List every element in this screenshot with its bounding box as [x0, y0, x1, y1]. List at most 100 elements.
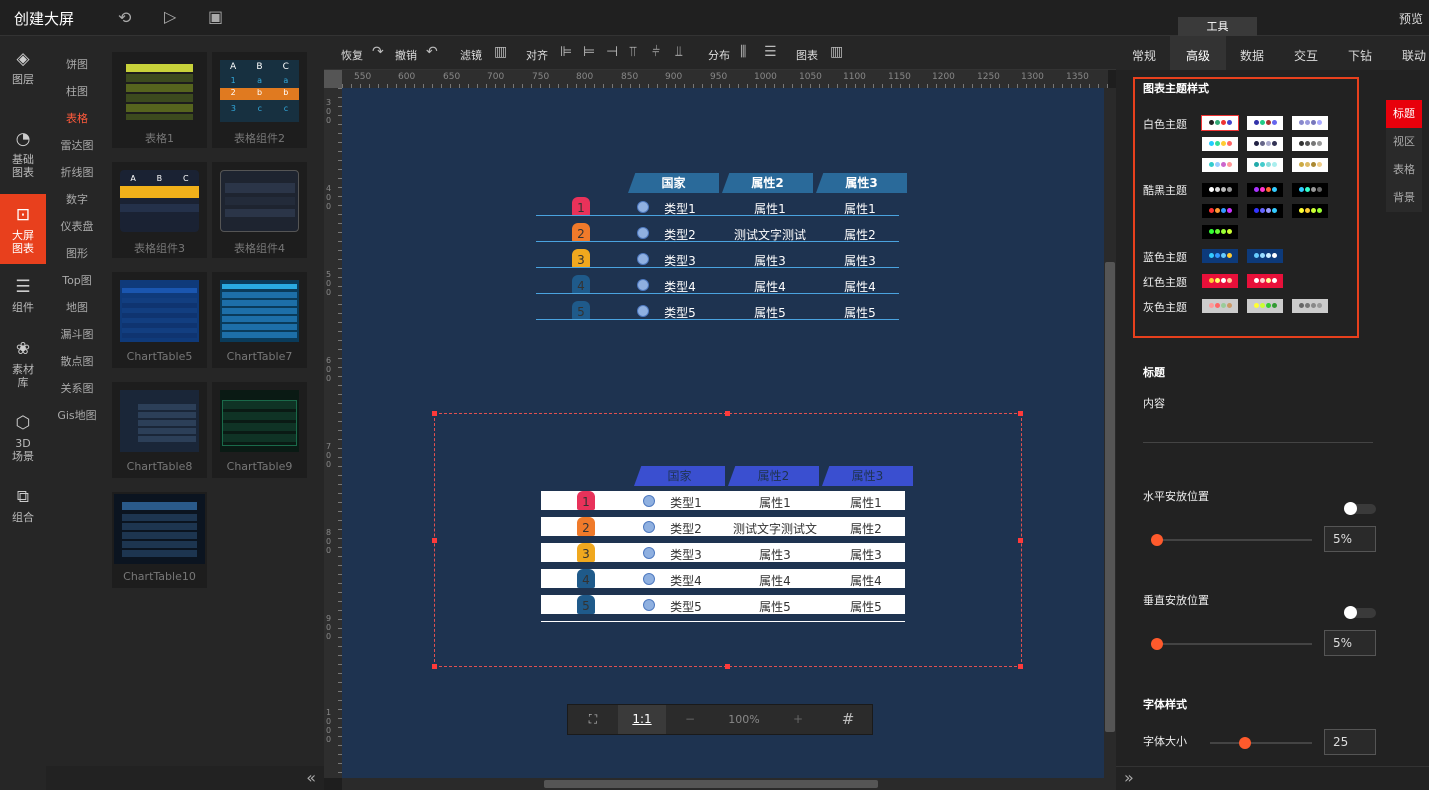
- collapse-left-icon[interactable]: «: [46, 766, 324, 790]
- theme-swatch[interactable]: [1201, 115, 1239, 131]
- cat-shape[interactable]: 图形: [46, 245, 108, 261]
- thumb-charttable5[interactable]: ChartTable5: [112, 272, 207, 368]
- align-right-icon[interactable]: ⊣: [606, 44, 618, 60]
- theme-swatch[interactable]: [1247, 204, 1283, 218]
- tab-linkage[interactable]: 联动: [1402, 47, 1426, 64]
- theme-swatch[interactable]: [1292, 299, 1328, 313]
- h-pos-slider[interactable]: [1151, 534, 1312, 546]
- content-input[interactable]: [1143, 413, 1373, 443]
- tab-data[interactable]: 数据: [1240, 47, 1264, 64]
- cat-radar[interactable]: 雷达图: [46, 137, 108, 153]
- distribute-h-icon[interactable]: ⫼: [740, 44, 746, 60]
- resize-handle[interactable]: [1018, 538, 1023, 543]
- theme-swatch[interactable]: [1292, 158, 1328, 172]
- theme-swatch[interactable]: [1202, 274, 1238, 288]
- fit-screen-icon[interactable]: ⛶: [568, 705, 618, 734]
- align-center-icon[interactable]: ⊨: [583, 44, 595, 60]
- preview-button[interactable]: 预览: [1399, 10, 1423, 27]
- theme-swatch[interactable]: [1247, 137, 1283, 151]
- cat-map[interactable]: 地图: [46, 299, 108, 315]
- cat-gis[interactable]: Gis地图: [46, 407, 108, 423]
- cat-number[interactable]: 数字: [46, 191, 108, 207]
- side-tab-title[interactable]: 标题: [1386, 100, 1422, 128]
- collapse-right-icon[interactable]: »: [1116, 766, 1429, 790]
- resize-handle[interactable]: [432, 664, 437, 669]
- theme-swatch[interactable]: [1247, 249, 1283, 263]
- thumb-table2[interactable]: ABC 1aa 2bb 3cc 表格组件2: [212, 52, 307, 148]
- cat-line[interactable]: 折线图: [46, 164, 108, 180]
- undo-label[interactable]: 撤销: [395, 47, 417, 63]
- theme-swatch[interactable]: [1292, 137, 1328, 151]
- tab-interaction[interactable]: 交互: [1294, 47, 1318, 64]
- ruler-horizontal[interactable]: 550 600 650 700 750 800 850 900 950 1000…: [342, 70, 1108, 88]
- side-tab-viewport[interactable]: 视区: [1386, 128, 1422, 156]
- side-tab-table[interactable]: 表格: [1386, 156, 1422, 184]
- theme-swatch[interactable]: [1202, 249, 1238, 263]
- theme-swatch[interactable]: [1202, 299, 1238, 313]
- cat-funnel[interactable]: 漏斗图: [46, 326, 108, 342]
- zoom-in-button[interactable]: +: [774, 705, 822, 734]
- v-pos-value[interactable]: 5%: [1324, 630, 1376, 656]
- font-size-value[interactable]: 25: [1324, 729, 1376, 755]
- theme-swatch[interactable]: [1292, 116, 1328, 130]
- thumb-charttable7[interactable]: ChartTable7: [212, 272, 307, 368]
- v-pos-toggle[interactable]: [1344, 606, 1376, 619]
- selected-widget-frame[interactable]: [434, 413, 1022, 667]
- filter-icon[interactable]: ▥: [494, 44, 507, 60]
- tab-general[interactable]: 常规: [1132, 47, 1156, 64]
- grid-icon[interactable]: #: [824, 705, 872, 734]
- tab-drilldown[interactable]: 下钻: [1348, 47, 1372, 64]
- actual-size-button[interactable]: 1:1: [618, 705, 666, 734]
- theme-swatch[interactable]: [1247, 158, 1283, 172]
- h-pos-toggle[interactable]: [1344, 502, 1376, 515]
- align-middle-icon[interactable]: ⫩: [652, 44, 660, 60]
- h-pos-value[interactable]: 5%: [1324, 526, 1376, 552]
- theme-swatch[interactable]: [1202, 225, 1238, 239]
- thumb-charttable8[interactable]: ChartTable8: [112, 382, 207, 478]
- cat-relation[interactable]: 关系图: [46, 380, 108, 396]
- nav-components[interactable]: ☰ 组件: [0, 276, 46, 332]
- nav-materials[interactable]: ❀ 素材库: [0, 338, 46, 394]
- cat-gauge[interactable]: 仪表盘: [46, 218, 108, 234]
- theme-swatch[interactable]: [1202, 137, 1238, 151]
- chart-label[interactable]: 图表: [796, 47, 818, 63]
- chart-icon[interactable]: ▥: [830, 44, 843, 60]
- zoom-out-button[interactable]: −: [666, 705, 714, 734]
- cat-scatter[interactable]: 散点图: [46, 353, 108, 369]
- cat-pie[interactable]: 饼图: [46, 56, 108, 72]
- cat-bar[interactable]: 柱图: [46, 83, 108, 99]
- theme-swatch[interactable]: [1247, 116, 1283, 130]
- resize-handle[interactable]: [432, 538, 437, 543]
- theme-swatch[interactable]: [1247, 299, 1283, 313]
- resize-handle[interactable]: [1018, 664, 1023, 669]
- thumb-charttable10[interactable]: ChartTable10: [112, 492, 207, 588]
- cat-table[interactable]: 表格: [46, 110, 108, 126]
- nav-3d[interactable]: ⬡ 3D 场景: [0, 412, 46, 468]
- nav-group[interactable]: ⧉ 组合: [0, 486, 46, 542]
- align-label[interactable]: 对齐: [526, 47, 548, 63]
- undo-arrow-icon[interactable]: ↶: [426, 44, 438, 60]
- theme-swatch[interactable]: [1292, 204, 1328, 218]
- distribute-v-icon[interactable]: ☰: [764, 44, 777, 60]
- resize-handle[interactable]: [725, 664, 730, 669]
- thumb-table4[interactable]: 表格组件4: [212, 162, 307, 258]
- thumb-table3[interactable]: ABC 表格组件3: [112, 162, 207, 258]
- nav-bigscreen-chart[interactable]: ⊡ 大屏 图表: [0, 194, 46, 264]
- thumb-table1[interactable]: 表格1: [112, 52, 207, 148]
- redo-icon[interactable]: ↷: [372, 44, 384, 60]
- theme-swatch[interactable]: [1202, 183, 1238, 197]
- undo-icon[interactable]: ⟲: [118, 8, 131, 27]
- side-tab-background[interactable]: 背景: [1386, 184, 1422, 212]
- tools-tab[interactable]: 工具: [1178, 17, 1257, 36]
- theme-swatch[interactable]: [1292, 183, 1328, 197]
- filter-label[interactable]: 滤镜: [460, 47, 482, 63]
- align-left-icon[interactable]: ⊫: [560, 44, 572, 60]
- align-top-icon[interactable]: ⫪: [629, 44, 637, 60]
- nav-layers[interactable]: ◈ 图层: [0, 48, 46, 104]
- horizontal-scroll-thumb[interactable]: [544, 780, 878, 788]
- cat-top[interactable]: Top图: [46, 272, 108, 288]
- resize-handle[interactable]: [725, 411, 730, 416]
- distribute-label[interactable]: 分布: [708, 47, 730, 63]
- play-icon[interactable]: ▷: [164, 7, 176, 26]
- theme-swatch[interactable]: [1247, 274, 1283, 288]
